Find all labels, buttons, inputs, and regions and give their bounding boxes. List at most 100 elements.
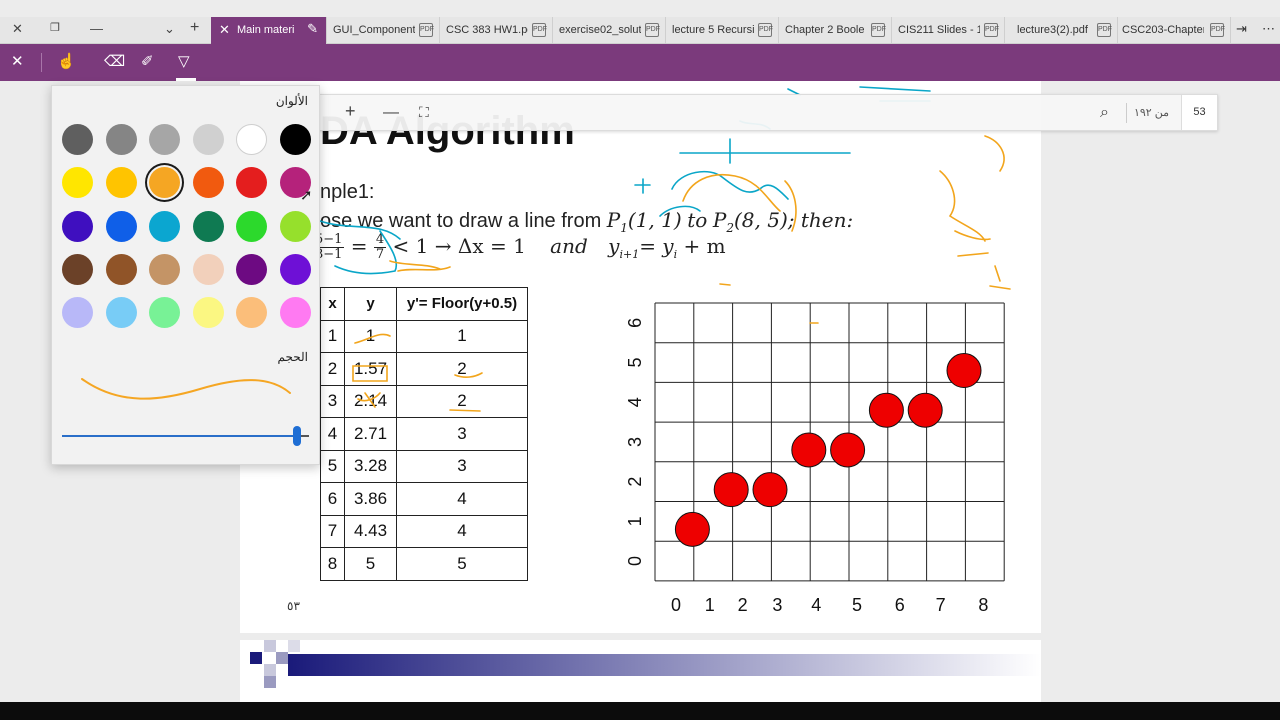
fit-page-icon[interactable]: ⛶ xyxy=(419,104,429,121)
color-swatch[interactable] xyxy=(105,297,137,329)
size-slider-thumb[interactable] xyxy=(292,426,301,446)
table-cell: 6 xyxy=(320,482,345,516)
slider-fill xyxy=(62,435,297,437)
color-swatch[interactable] xyxy=(236,297,267,329)
tab-exercise02[interactable]: exercise02_solut PDF xyxy=(553,17,666,44)
close-window-icon[interactable]: ✕ xyxy=(12,21,23,37)
table-cell: 3.86 xyxy=(344,482,397,516)
pdf-icon: PDF xyxy=(871,23,886,37)
tab-lecture3[interactable]: lecture3(2).pdf PDF xyxy=(1005,17,1118,44)
color-swatch[interactable] xyxy=(279,210,311,242)
eraser-icon[interactable]: ⌫ xyxy=(104,52,125,70)
more-tabs-icon[interactable]: ⋯ xyxy=(1262,21,1275,37)
zoom-in-button[interactable]: + xyxy=(345,101,356,122)
color-swatch[interactable] xyxy=(62,167,93,199)
color-swatch[interactable] xyxy=(192,210,224,242)
table-cell: 1 xyxy=(396,319,528,353)
y-tick-label: 5 xyxy=(625,358,645,368)
color-swatch[interactable] xyxy=(62,210,93,242)
page-number-input[interactable]: 53 xyxy=(1181,95,1217,130)
color-swatch[interactable] xyxy=(105,210,137,242)
color-swatch[interactable] xyxy=(279,253,311,285)
color-swatch[interactable] xyxy=(236,253,267,285)
tab-main-materi[interactable]: ✕ Main materi ✎ xyxy=(211,17,327,44)
table-cell: 2.71 xyxy=(344,417,397,451)
color-swatch[interactable] xyxy=(236,124,267,155)
color-swatch[interactable] xyxy=(62,124,93,155)
close-ink-icon[interactable]: ✕ xyxy=(11,52,24,70)
p2-coords: (8, 5) xyxy=(734,208,788,232)
color-swatch[interactable] xyxy=(236,167,267,199)
tab-cis211[interactable]: CIS211 Slides - 1 PDF xyxy=(892,17,1005,44)
table-cell: 4 xyxy=(320,417,345,451)
plotted-pixel-marker xyxy=(752,472,788,508)
text-highlighter-icon[interactable]: ✐ xyxy=(141,52,154,70)
touch-write-icon[interactable]: ☝ xyxy=(57,52,76,70)
divider xyxy=(41,53,42,72)
color-swatch[interactable] xyxy=(149,210,180,242)
color-swatch[interactable] xyxy=(192,253,224,285)
table-cell: 2 xyxy=(396,352,528,386)
new-tab-icon[interactable]: + xyxy=(190,19,199,37)
tab-label: lecture3(2).pdf xyxy=(1017,24,1088,36)
search-icon[interactable]: ⌕ xyxy=(1100,104,1109,122)
highlighter-icon[interactable]: ▽ xyxy=(178,52,190,70)
color-swatch[interactable] xyxy=(279,124,311,155)
size-slider[interactable] xyxy=(62,435,309,437)
y-tick-label: 2 xyxy=(625,477,645,487)
color-swatch[interactable] xyxy=(105,253,137,285)
minimize-icon[interactable]: — xyxy=(90,21,103,36)
color-swatch[interactable] xyxy=(192,124,224,155)
total-pages: من ١٩٢ xyxy=(1133,107,1169,119)
table-cell: 2 xyxy=(320,352,345,386)
tab-list-icon[interactable]: ⌄ xyxy=(164,21,175,37)
p1-coords: (1, 1) xyxy=(627,208,682,232)
color-swatch[interactable] xyxy=(105,124,137,155)
color-swatch[interactable] xyxy=(62,297,93,329)
table-cell: 5 xyxy=(396,547,528,581)
table-cell: 1 xyxy=(320,319,345,353)
restore-icon[interactable]: ❐ xyxy=(50,21,60,34)
tab-csc383[interactable]: CSC 383 HW1.pc PDF xyxy=(440,17,553,44)
p2-sub: 2 xyxy=(726,221,734,235)
pdf-icon: PDF xyxy=(1097,23,1112,37)
color-swatch[interactable] xyxy=(105,167,137,199)
plotted-pixel-marker xyxy=(791,432,827,468)
table-cell: 4.43 xyxy=(344,514,397,548)
tab-lecture5[interactable]: lecture 5 Recursi PDF xyxy=(666,17,779,44)
arrow: → xyxy=(434,234,452,258)
problem-statement: ose we want to draw a line from P1(1, 1)… xyxy=(320,208,853,235)
and-word: and xyxy=(550,234,588,258)
tab-actions-icon[interactable]: ⇥ xyxy=(1236,21,1247,37)
x-tick-label: 2 xyxy=(738,595,748,615)
ink-toolbar: ✕ ☝ ⌫ ✐ ▽ xyxy=(0,44,1280,81)
color-swatch[interactable] xyxy=(149,297,180,329)
recurrence-lhs-sub: i+1 xyxy=(619,248,640,261)
recurrence-rhs: = y xyxy=(639,234,674,258)
table-row: 7 4.43 4 xyxy=(320,514,528,548)
color-swatch[interactable] xyxy=(192,167,224,199)
table-cell: 3 xyxy=(320,384,345,418)
color-swatch[interactable] xyxy=(279,297,311,329)
x-tick-label: 5 xyxy=(852,595,862,615)
plotted-pixel-marker xyxy=(946,353,982,389)
tab-gui-component[interactable]: GUI_Component PDF xyxy=(327,17,440,44)
color-swatch[interactable] xyxy=(149,167,180,199)
tab-csc203[interactable]: CSC203-Chapter PDF xyxy=(1118,17,1231,44)
color-swatch[interactable] xyxy=(192,297,224,329)
pdf-page: DA Algorithm nple1: ose we want to draw … xyxy=(240,81,1041,633)
color-swatch[interactable] xyxy=(149,253,180,285)
tab-strip: ✕ ❐ — ⌄ + ✕ Main materi ✎ GUI_Component … xyxy=(0,17,1280,44)
close-tab-icon[interactable]: ✕ xyxy=(219,22,230,38)
table-cell: 3 xyxy=(396,417,528,451)
tab-label: CSC203-Chapter xyxy=(1122,24,1204,36)
tab-chapter2[interactable]: Chapter 2 Boole PDF xyxy=(779,17,892,44)
x-tick-label: 7 xyxy=(936,595,946,615)
column-header: x xyxy=(320,287,345,321)
color-swatch[interactable] xyxy=(62,253,93,285)
color-swatch[interactable] xyxy=(236,210,267,242)
table-row: 111 xyxy=(320,319,528,353)
zoom-out-button[interactable]: — xyxy=(383,104,399,122)
color-swatch[interactable] xyxy=(149,124,180,155)
active-tool-indicator xyxy=(176,78,196,81)
